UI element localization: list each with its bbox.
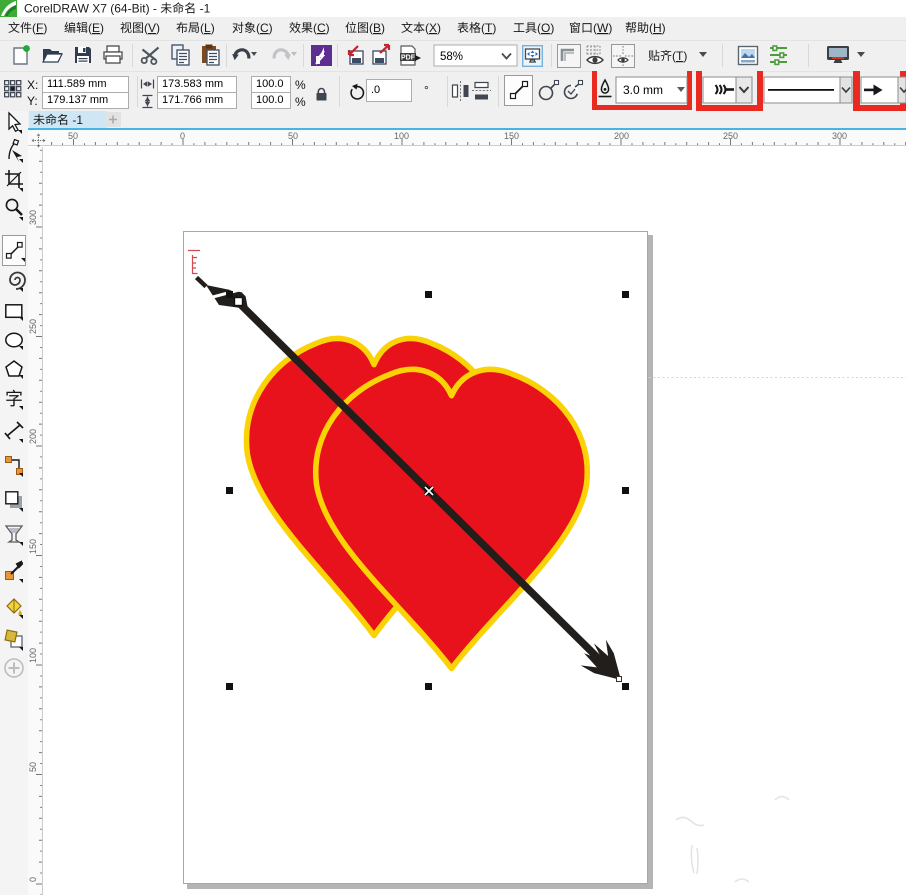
svg-text:100: 100	[28, 648, 38, 663]
svg-text:3.0 mm: 3.0 mm	[623, 83, 663, 97]
svg-text:%: %	[295, 78, 306, 92]
svg-text:(X): (X)	[425, 21, 441, 35]
svg-text:(W): (W)	[593, 21, 612, 35]
svg-text:50: 50	[28, 762, 38, 772]
svg-text:(F): (F)	[32, 21, 47, 35]
svg-text:(B): (B)	[369, 21, 385, 35]
svg-text:50: 50	[288, 131, 298, 141]
svg-text:(O): (O)	[537, 21, 554, 35]
svg-text:200: 200	[614, 131, 629, 141]
svg-text:(C): (C)	[313, 21, 330, 35]
svg-text:250: 250	[723, 131, 738, 141]
svg-text:58%: 58%	[440, 51, 463, 63]
svg-text:(E): (E)	[88, 21, 104, 35]
svg-text:%: %	[295, 95, 306, 109]
svg-text:Y:: Y:	[27, 94, 38, 108]
svg-text:50: 50	[68, 131, 78, 141]
svg-text:(L): (L)	[200, 21, 215, 35]
svg-text:°: °	[424, 83, 429, 97]
svg-text:300: 300	[28, 210, 38, 225]
svg-text:(H): (H)	[649, 21, 666, 35]
svg-text:-1: -1	[69, 113, 83, 127]
svg-text:0: 0	[28, 877, 38, 882]
svg-text:300: 300	[832, 131, 847, 141]
svg-text:100: 100	[394, 131, 409, 141]
svg-text:X:: X:	[27, 78, 38, 92]
svg-text:(T): (T)	[481, 21, 496, 35]
svg-text:0: 0	[180, 131, 185, 141]
svg-text:150: 150	[28, 539, 38, 554]
svg-text:250: 250	[28, 319, 38, 334]
svg-text:200: 200	[28, 429, 38, 444]
svg-text:(T): (T)	[672, 49, 687, 63]
svg-text:150: 150	[504, 131, 519, 141]
svg-text:PDF: PDF	[401, 55, 416, 62]
svg-text:(C): (C)	[256, 21, 273, 35]
svg-text:(V): (V)	[144, 21, 160, 35]
